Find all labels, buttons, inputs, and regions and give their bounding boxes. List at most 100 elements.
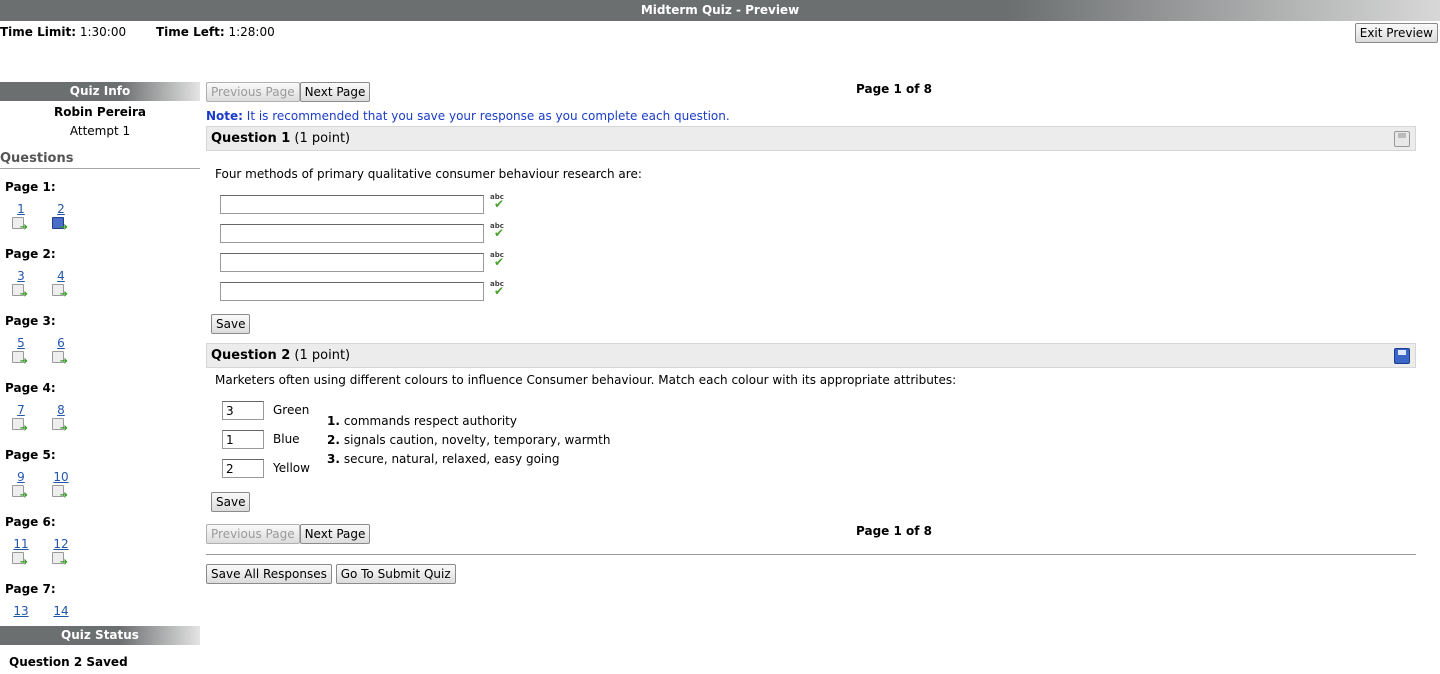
question-nav-item[interactable]: 3 ➜	[5, 269, 45, 303]
answer-input-3[interactable]	[220, 253, 484, 272]
previous-page-button[interactable]: Previous Page	[206, 524, 300, 544]
answer-input-2[interactable]	[220, 224, 484, 243]
question-link[interactable]: 8	[51, 403, 71, 417]
question-link[interactable]: 1	[11, 202, 31, 216]
next-page-button[interactable]: Next Page	[299, 82, 371, 102]
page-group: Page 7: 13➜14➜	[0, 582, 200, 619]
question-1-text: Four methods of primary qualitative cons…	[215, 167, 642, 181]
page-indicator: Page 1 of 8	[856, 524, 932, 538]
question-unsaved-icon[interactable]: ➜	[12, 351, 28, 367]
match-label: Yellow	[273, 461, 310, 475]
page-label: Page 7:	[5, 582, 56, 596]
question-nav-item[interactable]: 6 ➜	[45, 336, 85, 370]
question-nav-item[interactable]: 2 ➜	[45, 202, 85, 236]
question-unsaved-icon[interactable]: ➜	[52, 552, 68, 568]
questions-heading: Questions	[0, 151, 200, 169]
question-unsaved-icon[interactable]: ➜	[52, 351, 68, 367]
go-to-submit-quiz-button[interactable]: Go To Submit Quiz	[335, 564, 456, 584]
page-group: Page 1: 1 ➜ 2 ➜	[0, 180, 200, 236]
page-indicator: Page 1 of 8	[856, 82, 932, 96]
page-label: Page 4:	[5, 381, 56, 395]
spellcheck-icon[interactable]: abc ✔	[489, 280, 507, 298]
bottom-nav: Previous Page Next Page Page 1 of 8	[206, 524, 1416, 546]
user-name: Robin Pereira	[53, 105, 147, 119]
page-group: Page 3: 5 ➜ 6 ➜	[0, 314, 200, 370]
question-nav-item[interactable]: 4 ➜	[45, 269, 85, 303]
question-unsaved-icon[interactable]: ➜	[12, 485, 28, 501]
match-row: Green	[222, 401, 310, 430]
save-all-responses-button[interactable]: Save All Responses	[206, 564, 332, 584]
save-question-2-button[interactable]: Save	[211, 492, 251, 512]
question-unsaved-icon[interactable]: ➜	[12, 552, 28, 568]
match-input[interactable]	[222, 401, 264, 420]
note: Note: It is recommended that you save yo…	[206, 109, 730, 123]
attempt-label: Attempt 1	[69, 124, 131, 138]
question-unsaved-icon[interactable]: ➜	[52, 284, 68, 300]
question-nav-item[interactable]: 10 ➜	[45, 470, 85, 504]
answer-row: abc ✔	[220, 193, 1416, 224]
page-label: Page 6:	[5, 515, 56, 529]
answer-input-1[interactable]	[220, 195, 484, 214]
answer-row: abc ✔	[220, 222, 1416, 253]
question-link[interactable]: 12	[51, 537, 71, 551]
time-left: Time Left: 1:28:00	[155, 25, 275, 39]
page-group: Page 6: 11 ➜ 12 ➜	[0, 515, 200, 571]
question-unsaved-icon[interactable]: ➜	[12, 418, 28, 434]
question-nav-item[interactable]: 12 ➜	[45, 537, 85, 571]
question-nav-item[interactable]: 8 ➜	[45, 403, 85, 437]
question-link[interactable]: 13	[11, 604, 31, 618]
question-unsaved-icon[interactable]: ➜	[52, 485, 68, 501]
divider	[206, 554, 1416, 555]
window-title: Midterm Quiz - Preview	[0, 0, 1440, 21]
previous-page-button[interactable]: Previous Page	[206, 82, 300, 102]
question-link[interactable]: 6	[51, 336, 71, 350]
spellcheck-icon[interactable]: abc ✔	[489, 251, 507, 269]
saved-disk-icon[interactable]	[1394, 348, 1410, 364]
question-unsaved-icon[interactable]: ➜	[52, 418, 68, 434]
spellcheck-icon[interactable]: abc ✔	[489, 222, 507, 240]
page-label: Page 2:	[5, 247, 56, 261]
spellcheck-icon[interactable]: abc ✔	[489, 193, 507, 211]
question-link[interactable]: 4	[51, 269, 71, 283]
page-label: Page 5:	[5, 448, 56, 462]
question-link[interactable]: 11	[11, 537, 31, 551]
question-nav-item[interactable]: 9 ➜	[5, 470, 45, 504]
question-nav-item[interactable]: 7 ➜	[5, 403, 45, 437]
question-nav-item[interactable]: 5 ➜	[5, 336, 45, 370]
quiz-info-header: Quiz Info	[0, 82, 200, 101]
question-nav-item[interactable]: 1 ➜	[5, 202, 45, 236]
question-nav-item[interactable]: 11 ➜	[5, 537, 45, 571]
question-link[interactable]: 14	[51, 604, 71, 618]
save-question-1-button[interactable]: Save	[211, 314, 251, 334]
match-row: Yellow	[222, 459, 310, 488]
match-choice: 3. secure, natural, relaxed, easy going	[327, 452, 560, 466]
quiz-status-header: Quiz Status	[0, 626, 200, 645]
match-row: Blue	[222, 430, 310, 459]
question-link[interactable]: 7	[11, 403, 31, 417]
save-disk-icon[interactable]	[1394, 131, 1410, 147]
next-page-button[interactable]: Next Page	[299, 524, 371, 544]
sidebar: Quiz Info Robin Pereira Attempt 1 Questi…	[0, 82, 200, 619]
question-nav-item[interactable]: 13➜	[5, 604, 45, 619]
page-group: Page 5: 9 ➜ 10 ➜	[0, 448, 200, 504]
answer-row: abc ✔	[220, 251, 1416, 282]
match-input[interactable]	[222, 430, 264, 449]
matching-items: Green Blue Yellow	[222, 401, 310, 488]
question-list[interactable]: Page 1: 1 ➜ 2 ➜ Page 2: 3 ➜ 4 ➜ Page 3: 5 ➜ 6 ➜ Page 4:…	[0, 169, 200, 619]
match-choice: 2. signals caution, novelty, temporary, w…	[327, 433, 611, 447]
question-link[interactable]: 2	[51, 202, 71, 216]
question-link[interactable]: 5	[11, 336, 31, 350]
question-link[interactable]: 9	[11, 470, 31, 484]
match-input[interactable]	[222, 459, 264, 478]
answer-row: abc ✔	[220, 280, 1416, 311]
question-2-header: Question 2 (1 point)	[206, 343, 1416, 368]
answer-input-4[interactable]	[220, 282, 484, 301]
question-nav-item[interactable]: 14➜	[45, 604, 85, 619]
question-saved-icon[interactable]: ➜	[52, 217, 68, 233]
question-link[interactable]: 3	[11, 269, 31, 283]
question-link[interactable]: 10	[51, 470, 71, 484]
timer-bar: Time Limit: 1:30:00 Time Left: 1:28:00	[0, 25, 301, 39]
question-unsaved-icon[interactable]: ➜	[12, 284, 28, 300]
exit-preview-button[interactable]: Exit Preview	[1354, 23, 1438, 43]
question-unsaved-icon[interactable]: ➜	[12, 217, 28, 233]
